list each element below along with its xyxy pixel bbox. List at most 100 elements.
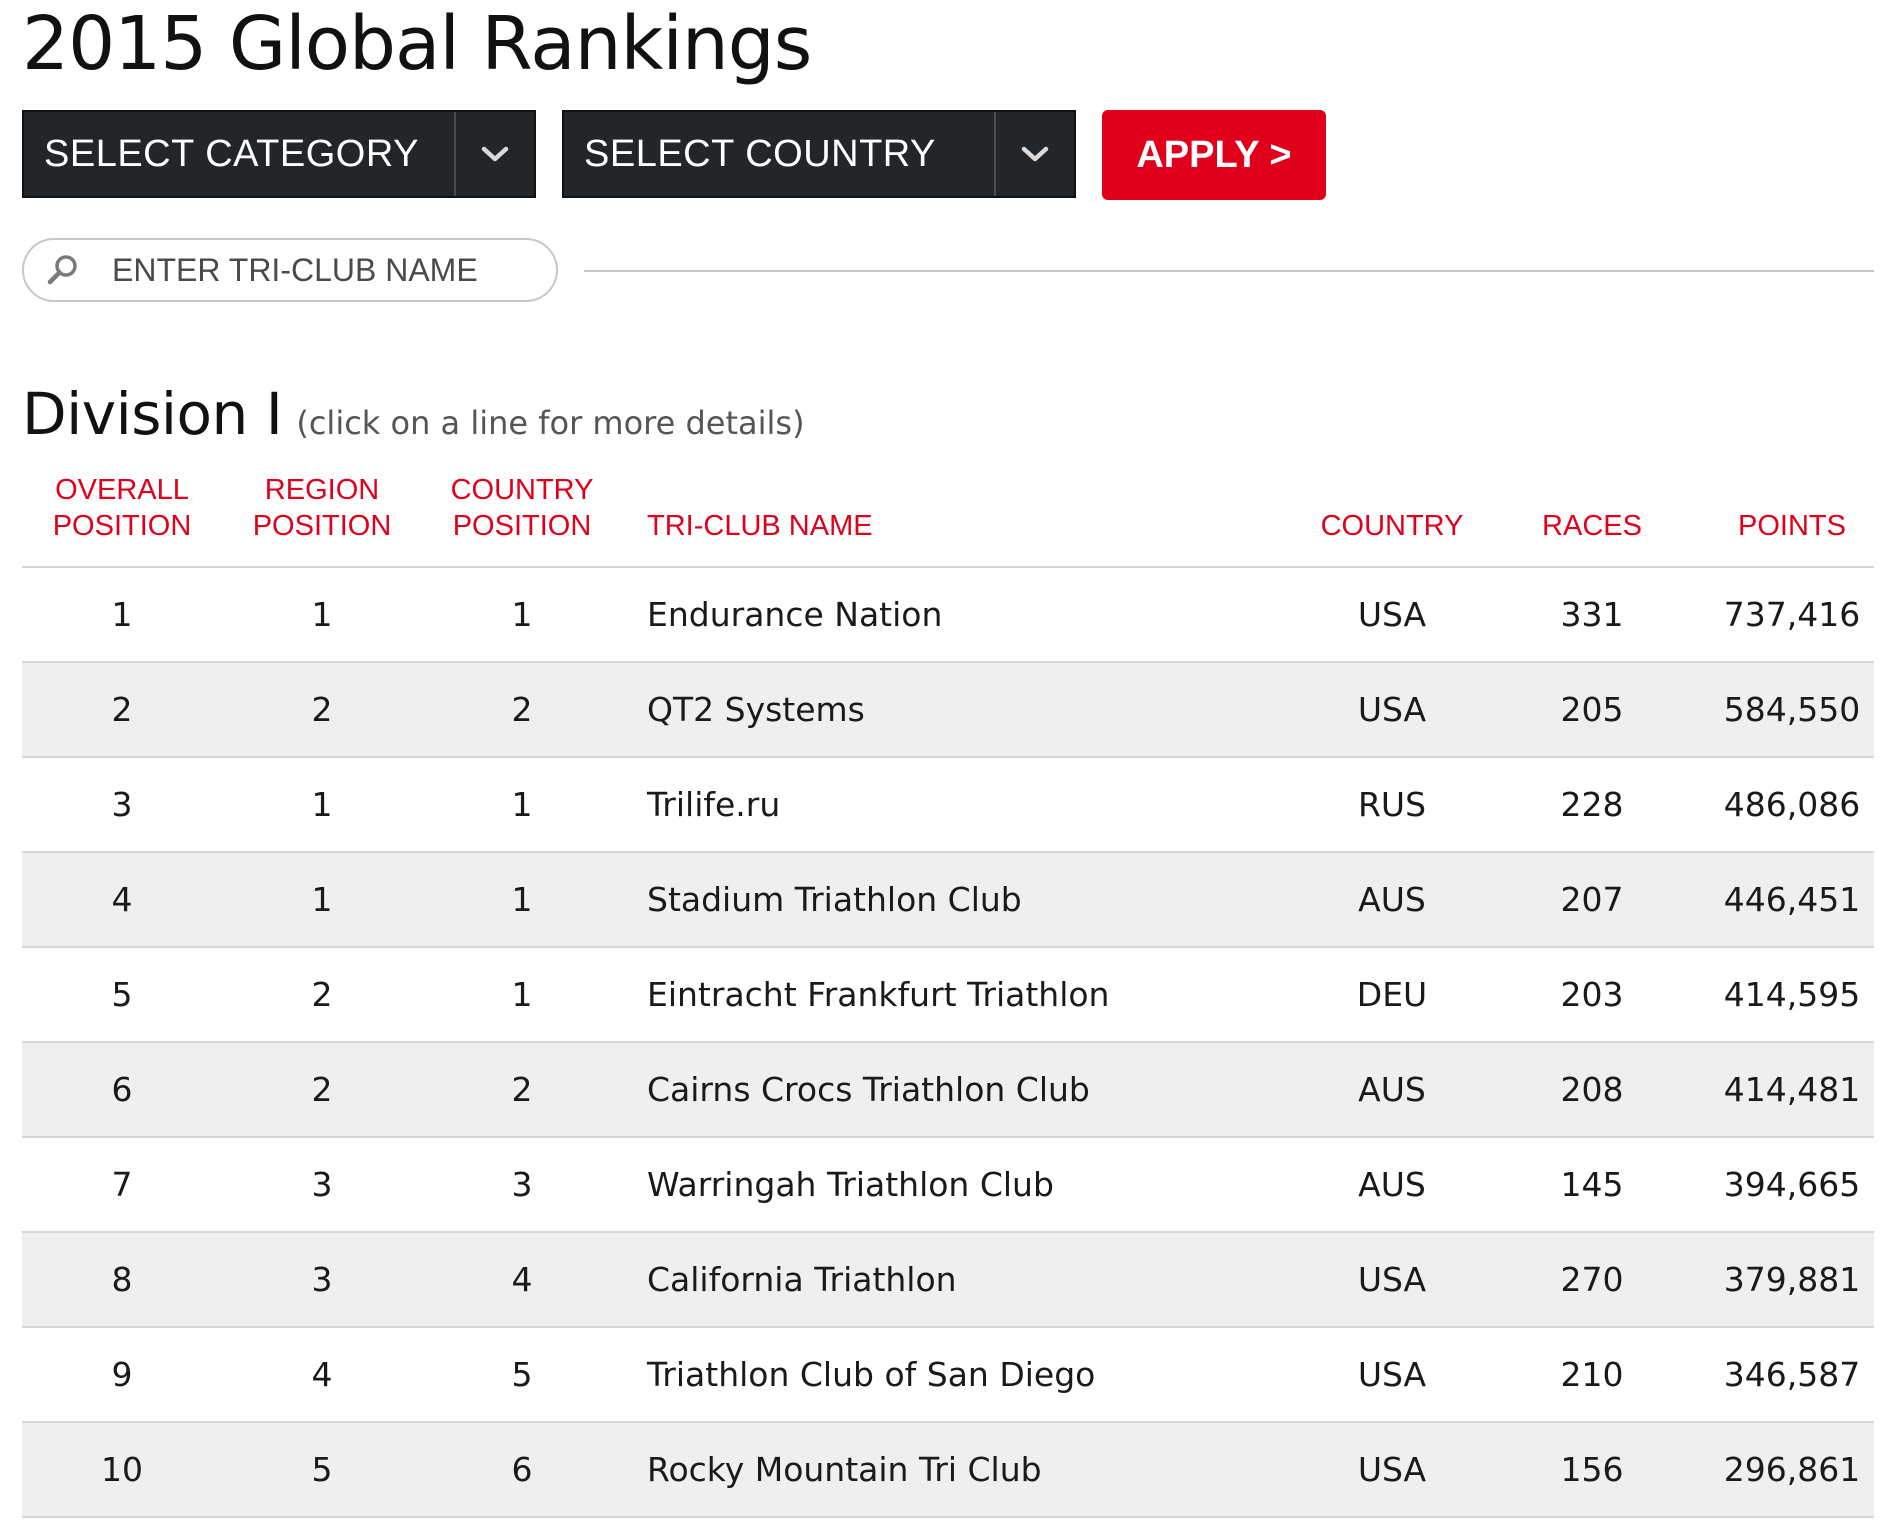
category-select-label: SELECT CATEGORY <box>44 132 419 175</box>
header-country[interactable]: COUNTRY <box>1292 508 1492 544</box>
races: 228 <box>1560 785 1624 824</box>
division-title: Division I <box>22 380 283 448</box>
table-row[interactable]: 4 1 1 Stadium Triathlon Club AUS 207 446… <box>22 853 1874 948</box>
country-position: 2 <box>511 690 533 729</box>
country-position: 1 <box>511 880 533 919</box>
tri-club-name: Eintracht Frankfurt Triathlon <box>647 975 1110 1014</box>
country-position: 1 <box>511 975 533 1014</box>
overall-position: 2 <box>111 690 133 729</box>
country-position: 3 <box>511 1165 533 1204</box>
table-row[interactable]: 3 1 1 Trilife.ru RUS 228 486,086 <box>22 758 1874 853</box>
overall-position: 8 <box>111 1260 133 1299</box>
races: 156 <box>1560 1450 1624 1489</box>
chevron-down-icon <box>481 146 509 162</box>
country: DEU <box>1356 975 1428 1014</box>
region-position: 4 <box>311 1355 333 1394</box>
overall-position: 9 <box>111 1355 133 1394</box>
points: 414,481 <box>1723 1070 1861 1109</box>
category-select[interactable]: SELECT CATEGORY <box>22 110 536 198</box>
overall-position: 3 <box>111 785 133 824</box>
table-row[interactable]: 1 1 1 Endurance Nation USA 331 737,416 <box>22 568 1874 663</box>
table-row[interactable]: 10 5 6 Rocky Mountain Tri Club USA 156 2… <box>22 1423 1874 1518</box>
header-country-pos-line2: POSITION <box>452 510 592 542</box>
table-body: 1 1 1 Endurance Nation USA 331 737,416 2… <box>22 568 1874 1518</box>
table-row[interactable]: 8 3 4 California Triathlon USA 270 379,8… <box>22 1233 1874 1328</box>
country-position: 1 <box>511 595 533 634</box>
header-region-line1: REGION <box>264 474 380 506</box>
country: RUS <box>1357 785 1427 824</box>
country: USA <box>1357 1450 1427 1489</box>
points: 584,550 <box>1723 690 1861 729</box>
points: 486,086 <box>1723 785 1861 824</box>
table-row[interactable]: 5 2 1 Eintracht Frankfurt Triathlon DEU … <box>22 948 1874 1043</box>
search-icon <box>28 252 98 288</box>
country-select-label: SELECT COUNTRY <box>584 132 936 175</box>
header-region-position[interactable]: REGION POSITION <box>242 472 402 544</box>
region-position: 2 <box>311 690 333 729</box>
points: 446,451 <box>1723 880 1861 919</box>
races: 210 <box>1560 1355 1624 1394</box>
header-country-pos-line1: COUNTRY <box>450 474 594 506</box>
races: 207 <box>1560 880 1624 919</box>
country-position: 1 <box>511 785 533 824</box>
races: 203 <box>1560 975 1624 1014</box>
points: 394,665 <box>1723 1165 1861 1204</box>
overall-position: 10 <box>101 1450 143 1489</box>
races: 205 <box>1560 690 1624 729</box>
tri-club-name: QT2 Systems <box>647 690 865 729</box>
races: 208 <box>1560 1070 1624 1109</box>
table-row[interactable]: 7 3 3 Warringah Triathlon Club AUS 145 3… <box>22 1138 1874 1233</box>
region-position: 1 <box>311 785 333 824</box>
tri-club-name: Stadium Triathlon Club <box>647 880 1022 919</box>
table-row[interactable]: 2 2 2 QT2 Systems USA 205 584,550 <box>22 663 1874 758</box>
header-overall-position[interactable]: OVERALL POSITION <box>42 472 202 544</box>
points: 737,416 <box>1723 595 1861 634</box>
header-overall-line2: POSITION <box>52 510 192 542</box>
country-select-toggle[interactable] <box>994 112 1074 196</box>
division-hint: (click on a line for more details) <box>296 404 805 442</box>
country-position: 2 <box>511 1070 533 1109</box>
points: 346,587 <box>1723 1355 1861 1394</box>
table-header: OVERALL POSITION REGION POSITION COUNTRY… <box>22 468 1874 568</box>
tri-club-name: Cairns Crocs Triathlon Club <box>647 1070 1090 1109</box>
header-region-line2: POSITION <box>252 510 392 542</box>
overall-position: 7 <box>111 1165 133 1204</box>
races: 270 <box>1560 1260 1624 1299</box>
search-divider <box>584 270 1874 272</box>
region-position: 3 <box>311 1260 333 1299</box>
country: AUS <box>1358 1165 1426 1204</box>
tri-club-name: Trilife.ru <box>647 785 781 824</box>
header-country-position[interactable]: COUNTRY POSITION <box>442 472 602 544</box>
tri-club-name: Endurance Nation <box>647 595 943 634</box>
country-position: 4 <box>511 1260 533 1299</box>
points: 296,861 <box>1723 1450 1861 1489</box>
country-position: 6 <box>511 1450 533 1489</box>
header-tri-club-name[interactable]: TRI-CLUB NAME <box>647 508 1247 544</box>
rankings-table: OVERALL POSITION REGION POSITION COUNTRY… <box>22 468 1874 1518</box>
tri-club-name: California Triathlon <box>647 1260 957 1299</box>
overall-position: 4 <box>111 880 133 919</box>
region-position: 2 <box>311 975 333 1014</box>
category-select-toggle[interactable] <box>454 112 534 196</box>
tri-club-search-input[interactable] <box>98 250 514 290</box>
header-points[interactable]: POINTS <box>1692 508 1883 544</box>
region-position: 5 <box>311 1450 333 1489</box>
country: USA <box>1357 1355 1427 1394</box>
table-row[interactable]: 9 4 5 Triathlon Club of San Diego USA 21… <box>22 1328 1874 1423</box>
tri-club-name: Warringah Triathlon Club <box>647 1165 1054 1204</box>
table-row[interactable]: 6 2 2 Cairns Crocs Triathlon Club AUS 20… <box>22 1043 1874 1138</box>
races: 331 <box>1560 595 1624 634</box>
points: 414,595 <box>1723 975 1861 1014</box>
tri-club-search <box>22 238 558 302</box>
country-select[interactable]: SELECT COUNTRY <box>562 110 1076 198</box>
overall-position: 5 <box>111 975 133 1014</box>
country-position: 5 <box>511 1355 533 1394</box>
region-position: 1 <box>311 880 333 919</box>
header-races[interactable]: RACES <box>1492 508 1692 544</box>
region-position: 2 <box>311 1070 333 1109</box>
filter-bar: SELECT CATEGORY SELECT COUNTRY APPLY > <box>22 110 1326 200</box>
country: USA <box>1357 595 1427 634</box>
apply-button[interactable]: APPLY > <box>1102 110 1326 200</box>
division-heading: Division I (click on a line for more det… <box>22 380 805 448</box>
tri-club-name: Rocky Mountain Tri Club <box>647 1450 1042 1489</box>
